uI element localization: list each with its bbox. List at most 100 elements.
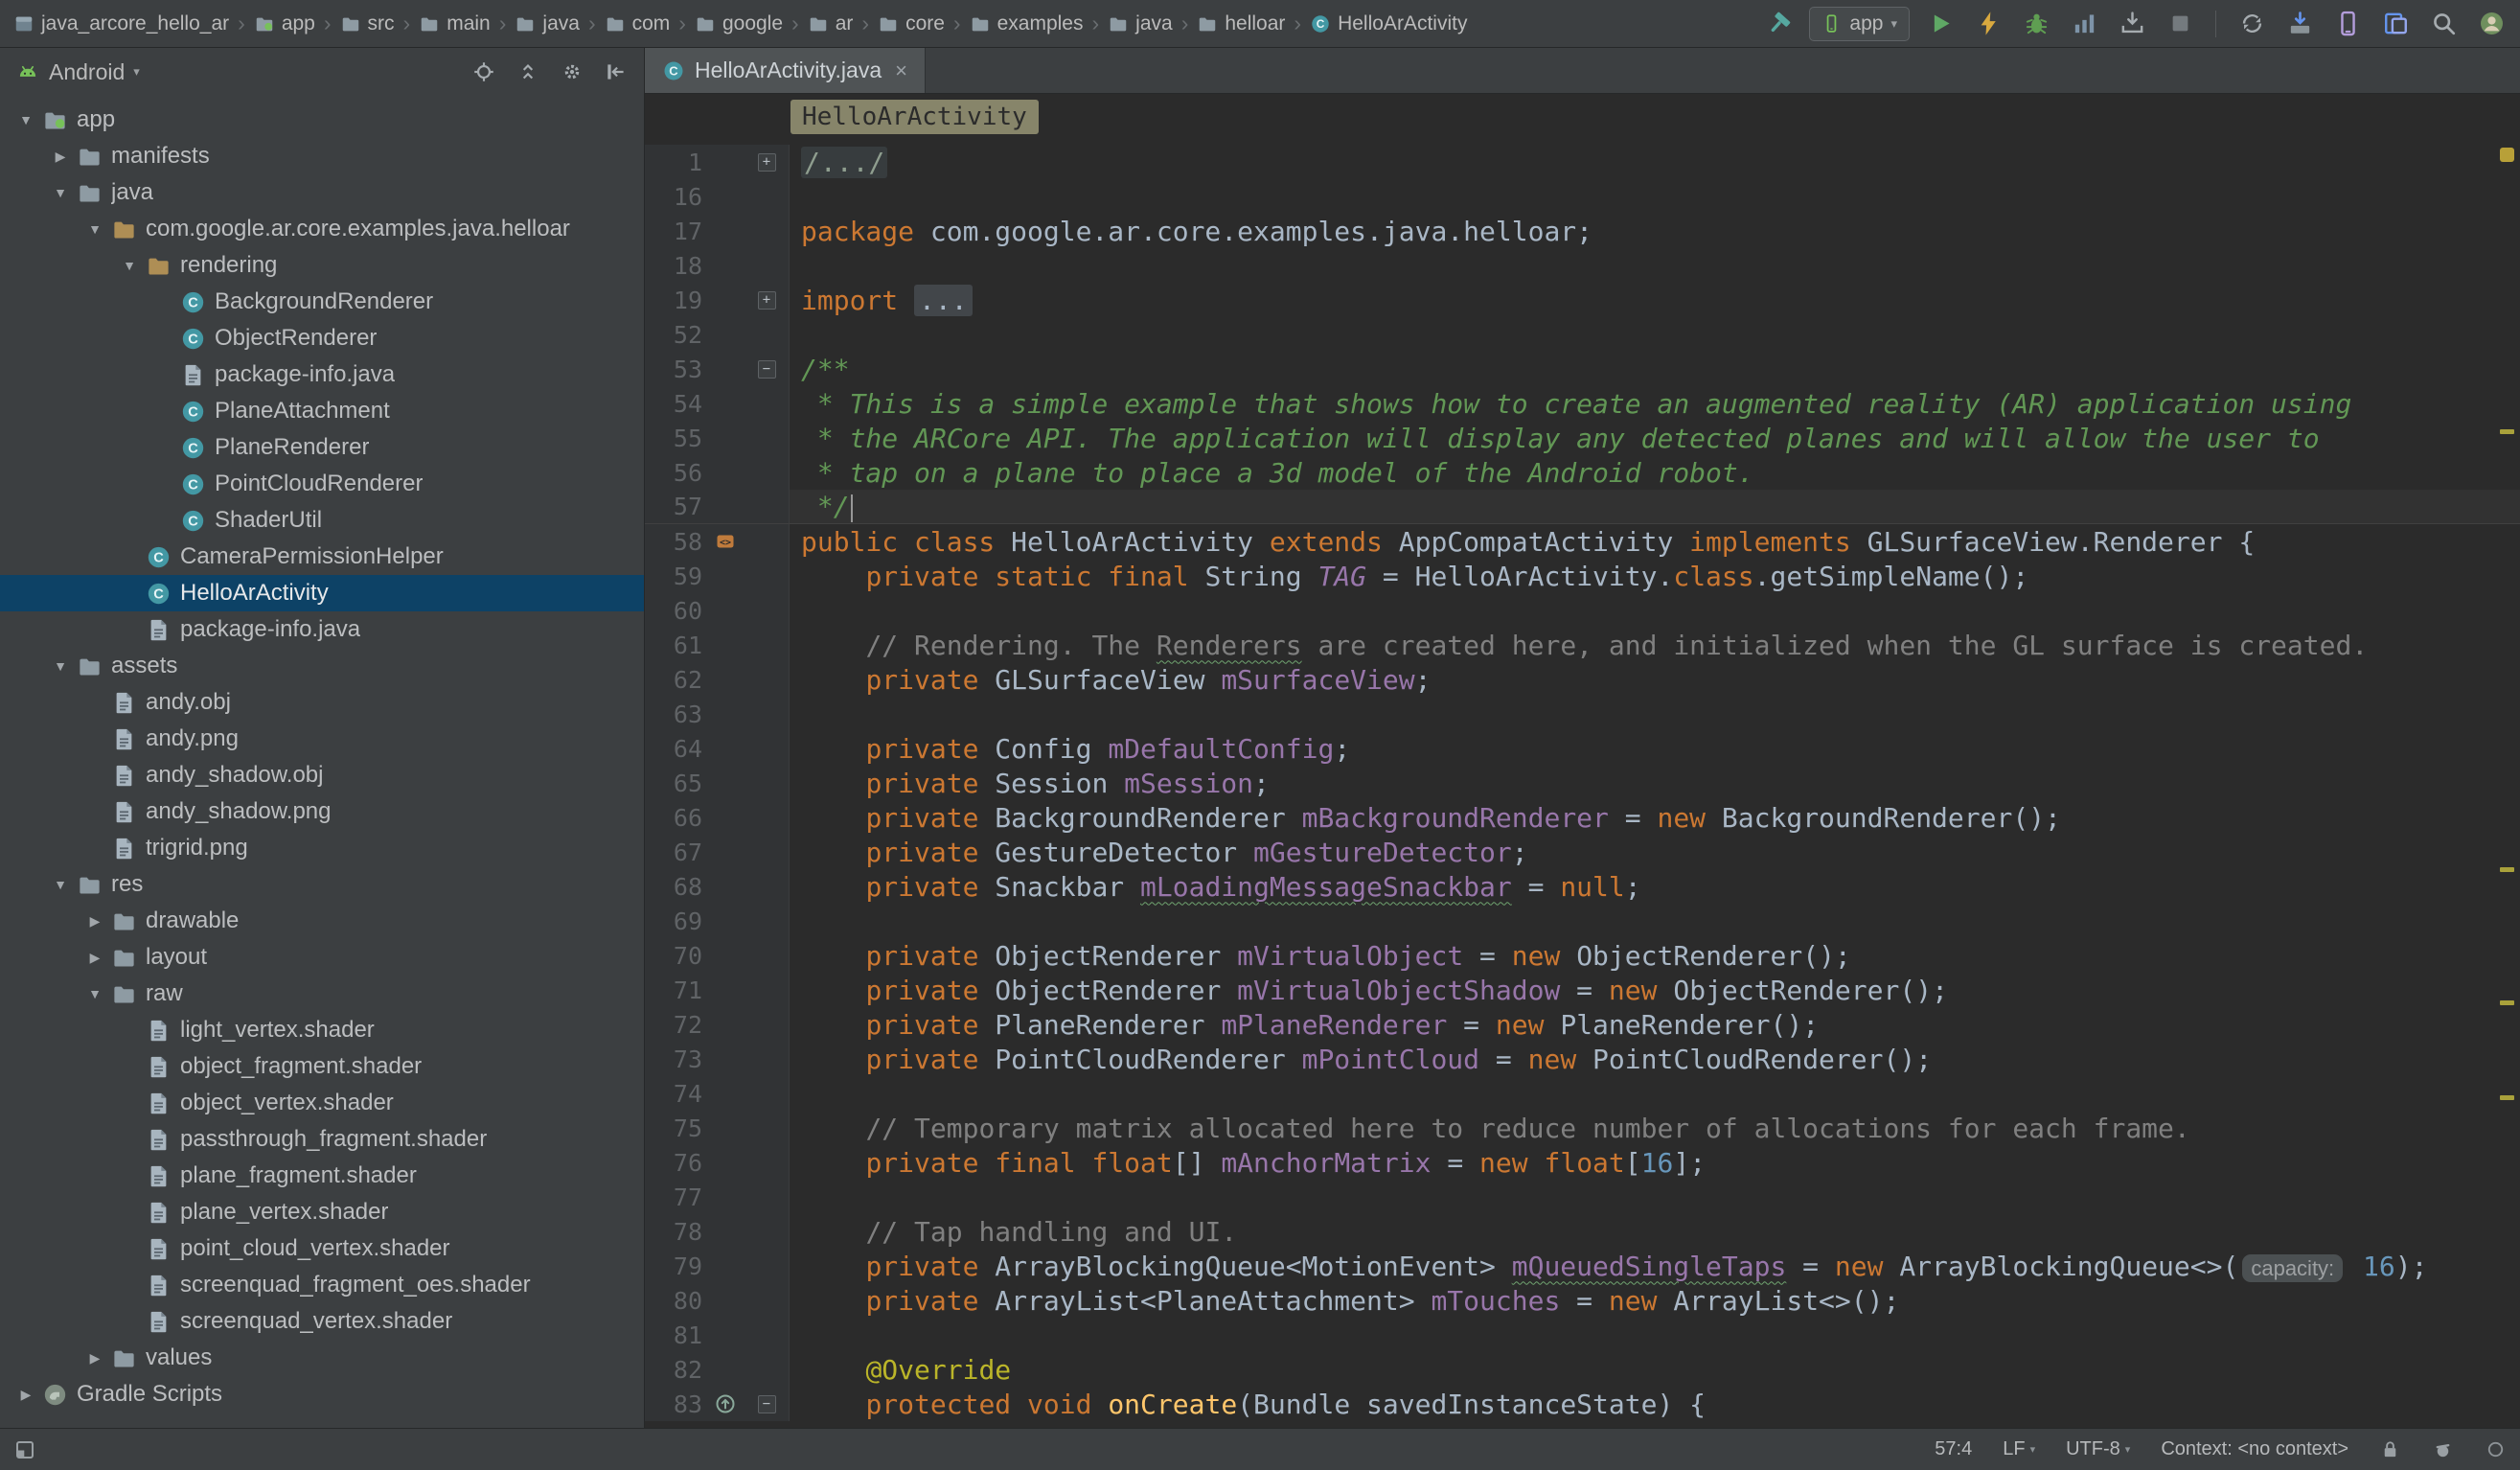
breadcrumb-item[interactable]: CHelloArActivity: [1308, 11, 1469, 37]
context-indicator[interactable]: Context: <no context>: [2161, 1438, 2348, 1460]
tree-item[interactable]: CPlaneRenderer: [0, 429, 644, 466]
breadcrumb-item[interactable]: examples: [968, 11, 1086, 37]
tree-item[interactable]: andy_shadow.png: [0, 793, 644, 830]
line-number[interactable]: 74: [645, 1080, 702, 1108]
attach-debugger-button[interactable]: [2115, 7, 2149, 41]
line-number[interactable]: 66: [645, 804, 702, 832]
tree-collapsed-arrow-icon[interactable]: ▶: [80, 1350, 109, 1367]
gutter[interactable]: 73: [645, 1042, 790, 1076]
tree-collapsed-arrow-icon[interactable]: ▶: [80, 950, 109, 966]
line-number[interactable]: 57: [645, 493, 702, 520]
gutter[interactable]: 60: [645, 593, 790, 628]
gutter[interactable]: 18: [645, 248, 790, 283]
tree-item[interactable]: ▶manifests: [0, 138, 644, 174]
collapse-fold-icon[interactable]: −: [758, 360, 776, 379]
gutter[interactable]: 77: [645, 1180, 790, 1214]
breadcrumb-item[interactable]: java_arcore_hello_ar: [11, 11, 231, 37]
gutter[interactable]: 64: [645, 731, 790, 766]
gutter[interactable]: 19 +: [645, 283, 790, 317]
tree-item[interactable]: CObjectRenderer: [0, 320, 644, 356]
expand-fold-icon[interactable]: +: [758, 291, 776, 310]
line-number[interactable]: 77: [645, 1183, 702, 1211]
collapse-all-icon[interactable]: [515, 59, 540, 84]
line-number[interactable]: 70: [645, 942, 702, 970]
line-number[interactable]: 17: [645, 218, 702, 245]
line-number[interactable]: 69: [645, 907, 702, 935]
tree-item[interactable]: plane_vertex.shader: [0, 1194, 644, 1230]
gutter[interactable]: 65: [645, 766, 790, 800]
settings-gear-icon[interactable]: [560, 59, 584, 84]
line-number[interactable]: 72: [645, 1011, 702, 1039]
tree-item[interactable]: screenquad_fragment_oes.shader: [0, 1267, 644, 1303]
line-number[interactable]: 68: [645, 873, 702, 901]
expand-fold-icon[interactable]: +: [758, 153, 776, 172]
gutter[interactable]: 82: [645, 1352, 790, 1387]
tree-item[interactable]: package-info.java: [0, 611, 644, 648]
close-tab-icon[interactable]: ×: [895, 58, 907, 83]
gutter[interactable]: 74: [645, 1076, 790, 1111]
debug-button[interactable]: [2019, 7, 2053, 41]
breadcrumb-item[interactable]: ar: [806, 11, 856, 37]
tree-item[interactable]: object_vertex.shader: [0, 1085, 644, 1121]
line-number[interactable]: 82: [645, 1356, 702, 1384]
tree-item[interactable]: andy.png: [0, 721, 644, 757]
gutter[interactable]: 55: [645, 421, 790, 455]
caret-position[interactable]: 57:4: [1935, 1438, 1972, 1460]
apply-changes-button[interactable]: [1971, 7, 2005, 41]
tree-collapsed-arrow-icon[interactable]: ▶: [46, 149, 75, 165]
line-number[interactable]: 80: [645, 1287, 702, 1315]
tree-item[interactable]: CPlaneAttachment: [0, 393, 644, 429]
line-number[interactable]: 19: [645, 287, 702, 314]
line-number[interactable]: 62: [645, 666, 702, 694]
gutter[interactable]: 62: [645, 662, 790, 697]
line-number[interactable]: 64: [645, 735, 702, 763]
device-file-explorer-button[interactable]: [2378, 7, 2413, 41]
gutter[interactable]: 80: [645, 1283, 790, 1318]
project-view-selector[interactable]: Android: [49, 59, 125, 85]
line-number[interactable]: 1: [645, 149, 702, 176]
tree-expanded-arrow-icon[interactable]: ▼: [46, 185, 75, 200]
sdk-manager-button[interactable]: [2282, 7, 2317, 41]
gutter[interactable]: 76: [645, 1145, 790, 1180]
sync-project-button[interactable]: [2234, 7, 2269, 41]
breadcrumb-current-element[interactable]: HelloArActivity: [790, 100, 1039, 134]
line-number[interactable]: 71: [645, 976, 702, 1004]
line-number[interactable]: 18: [645, 252, 702, 280]
tree-item[interactable]: passthrough_fragment.shader: [0, 1121, 644, 1158]
gutter[interactable]: 75: [645, 1111, 790, 1145]
gutter[interactable]: 17: [645, 214, 790, 248]
breadcrumb-item[interactable]: app: [252, 11, 317, 37]
tree-item[interactable]: andy_shadow.obj: [0, 757, 644, 793]
tree-item[interactable]: trigrid.png: [0, 830, 644, 866]
line-separator-widget[interactable]: LF ▾: [2003, 1438, 2035, 1460]
gutter[interactable]: 16: [645, 179, 790, 214]
line-number[interactable]: 54: [645, 390, 702, 418]
tree-item[interactable]: ▼raw: [0, 976, 644, 1012]
gutter[interactable]: 54: [645, 386, 790, 421]
warning-stripe-mark[interactable]: [2500, 867, 2514, 872]
breadcrumb-item[interactable]: src: [338, 11, 397, 37]
tree-item[interactable]: CCameraPermissionHelper: [0, 539, 644, 575]
tree-expanded-arrow-icon[interactable]: ▼: [115, 258, 144, 273]
avatar-button[interactable]: [2474, 7, 2509, 41]
line-number[interactable]: 67: [645, 838, 702, 866]
gutter[interactable]: 67: [645, 835, 790, 869]
line-number[interactable]: 63: [645, 701, 702, 728]
gutter[interactable]: 52: [645, 317, 790, 352]
gutter[interactable]: 83−: [645, 1387, 790, 1421]
lock-icon[interactable]: [2379, 1438, 2401, 1460]
gutter[interactable]: 1+: [645, 145, 790, 179]
gutter[interactable]: 53−: [645, 352, 790, 386]
tree-item[interactable]: plane_fragment.shader: [0, 1158, 644, 1194]
tree-item[interactable]: ▼com.google.ar.core.examples.java.helloa…: [0, 211, 644, 247]
breadcrumb-item[interactable]: helloar: [1195, 11, 1287, 37]
gutter[interactable]: 71: [645, 973, 790, 1007]
breadcrumb-item[interactable]: java: [1106, 11, 1175, 37]
inspections-profile-icon[interactable]: [2432, 1438, 2454, 1460]
gutter[interactable]: 56: [645, 455, 790, 490]
tree-item[interactable]: screenquad_vertex.shader: [0, 1303, 644, 1340]
inspection-indicator[interactable]: [2500, 148, 2514, 162]
gutter[interactable]: 78: [645, 1214, 790, 1249]
hide-panel-icon[interactable]: [604, 59, 629, 84]
search-everywhere-button[interactable]: [2426, 7, 2461, 41]
